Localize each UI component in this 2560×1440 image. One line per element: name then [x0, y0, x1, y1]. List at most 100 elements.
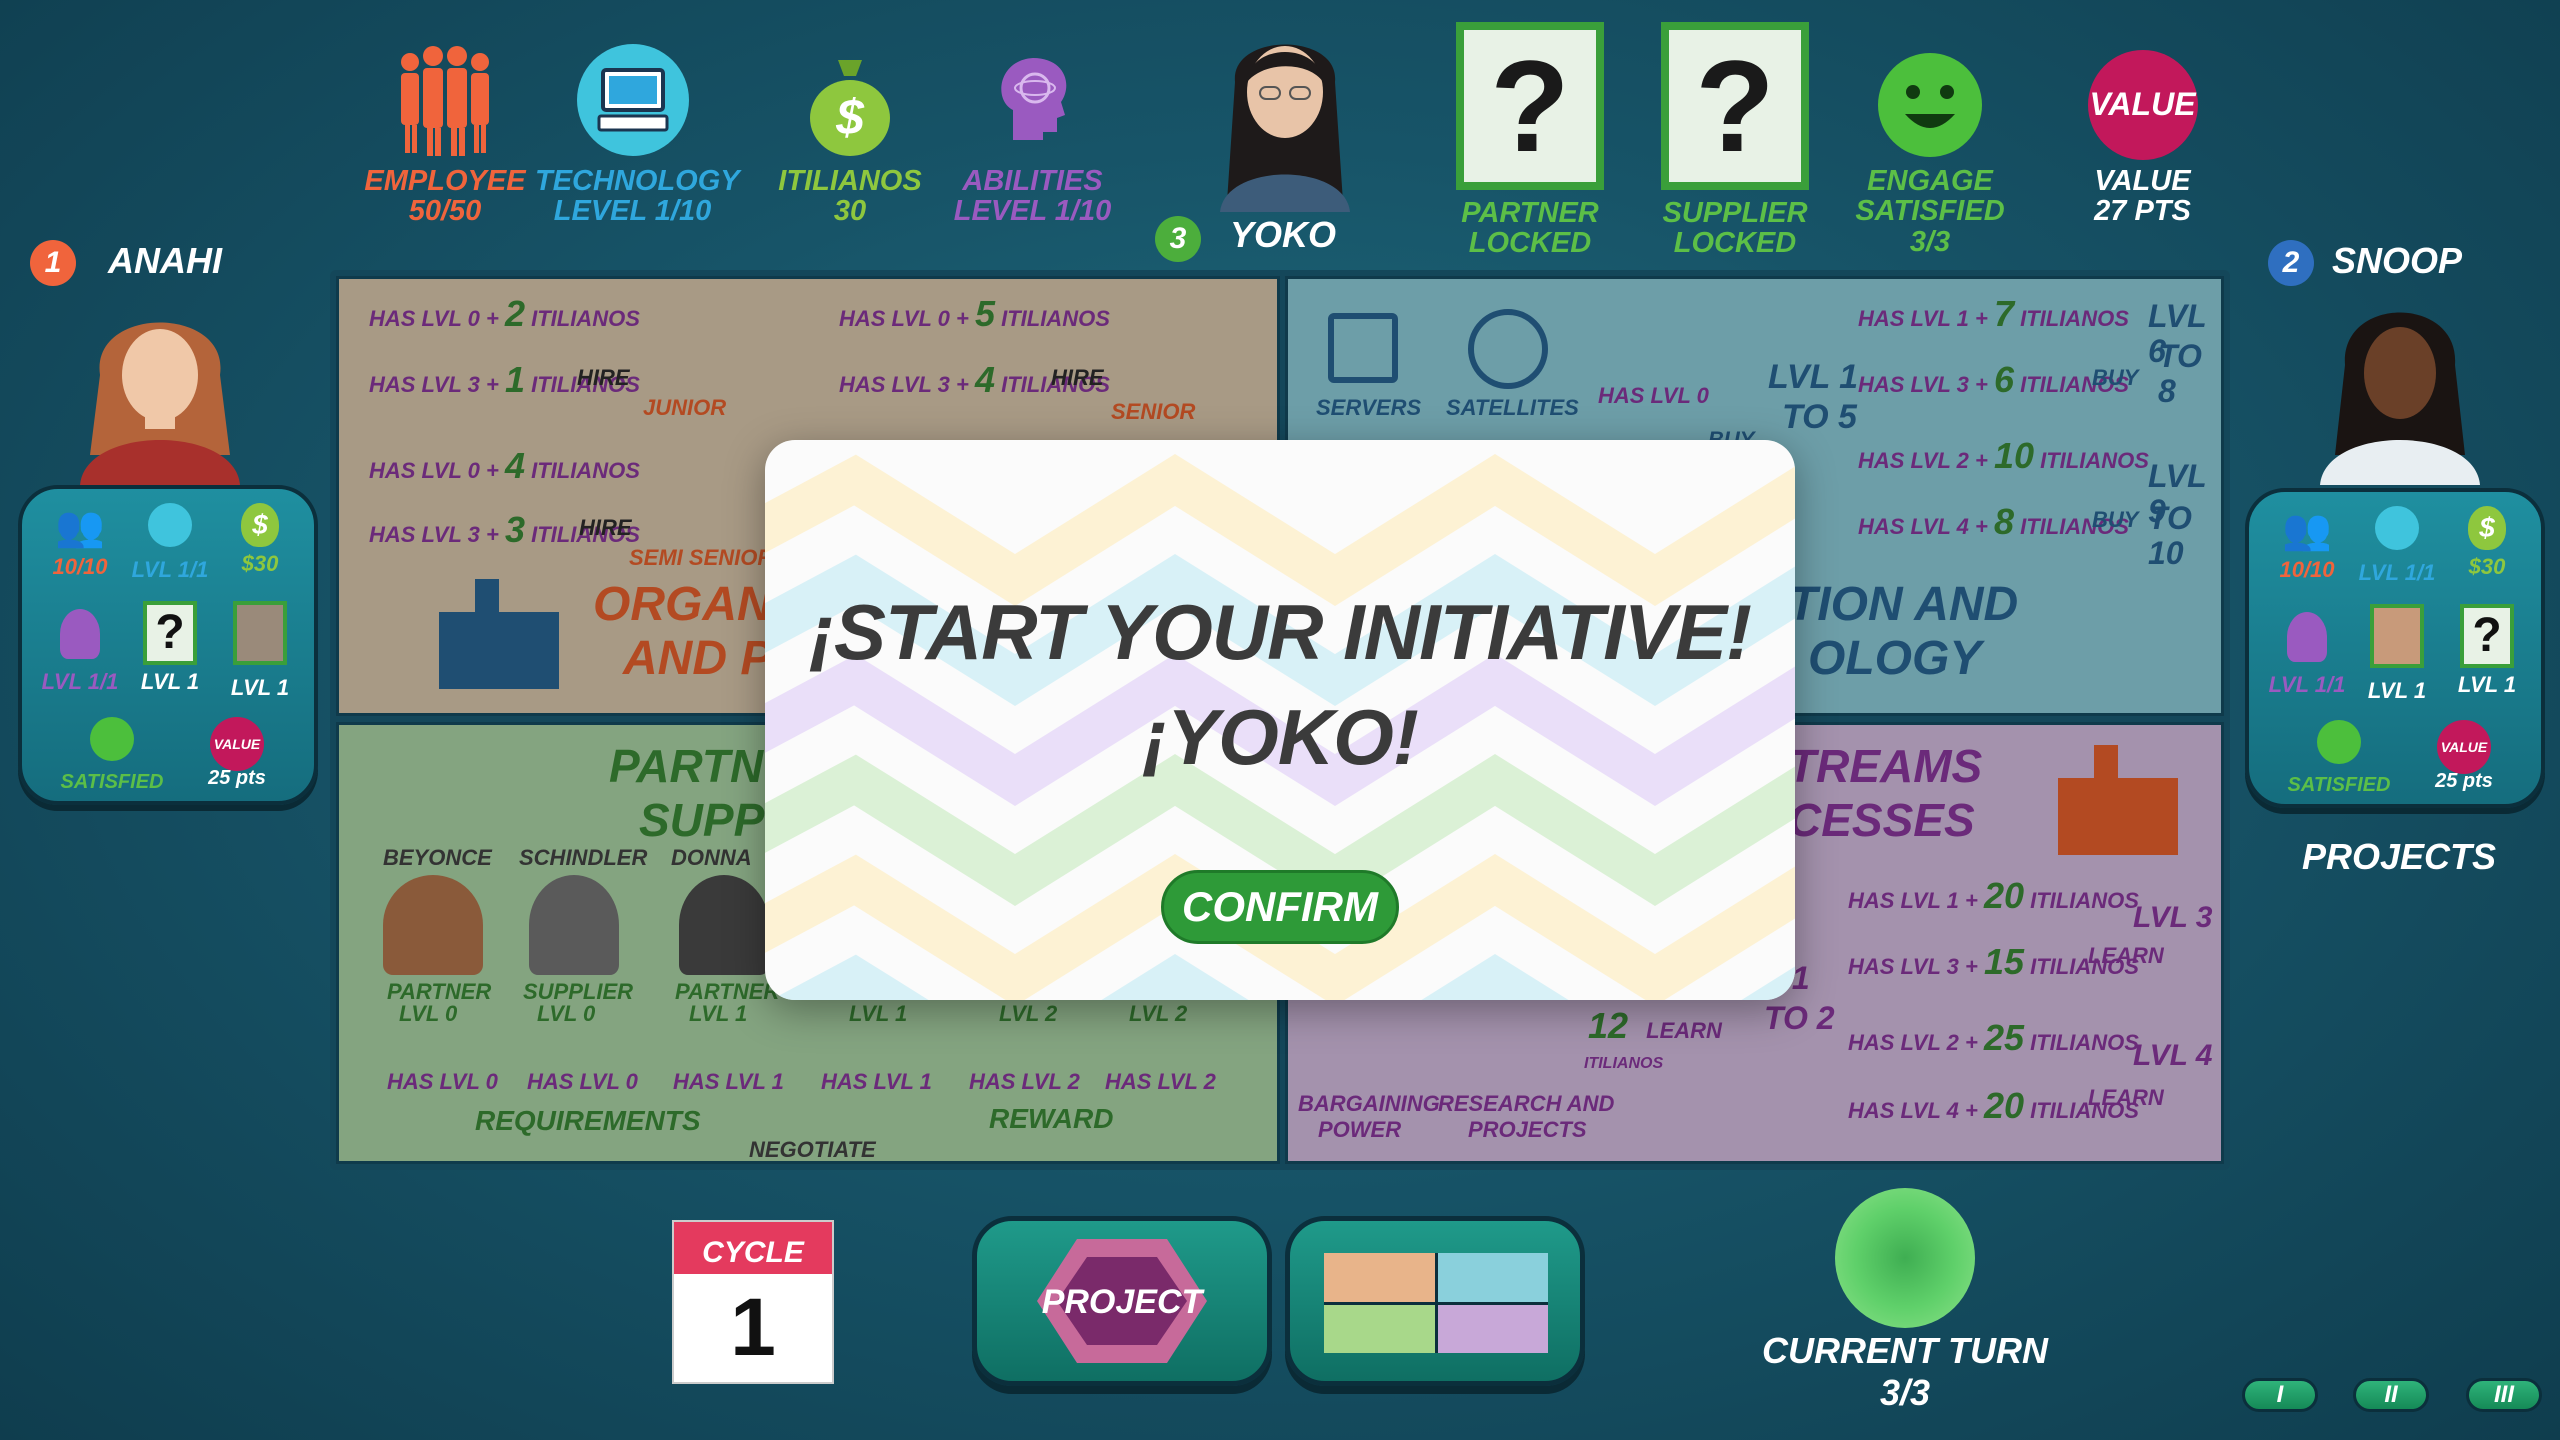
player-1-name: ANAHI: [108, 240, 222, 281]
project-button-label: PROJECT: [1041, 1283, 1203, 1321]
proc-row-3: HAS LVL 2 + 25 ITILIANOS: [1848, 1017, 2139, 1058]
money-bag-icon: $: [810, 60, 890, 156]
current-turn-value: 3/3: [1879, 1372, 1931, 1413]
employee-label: EMPLOYEE: [364, 165, 526, 197]
proc-row-1: HAS LVL 1 + 20 ITILIANOS: [1848, 875, 2139, 916]
player-1-supplier[interactable]: LVL 1: [212, 601, 308, 701]
abilities-stat: ABILITIES LEVEL 1/10: [945, 40, 1120, 227]
negotiate-label: NEGOTIATE: [749, 1137, 876, 1162]
org-senior-label: SENIOR: [1111, 399, 1196, 424]
processes-title-1: TREAMS: [1788, 740, 1983, 792]
servers-icon: [1328, 313, 1398, 383]
proc-learn-1: LEARN: [2088, 943, 2164, 968]
player-1-partner[interactable]: ? LVL 1: [122, 601, 218, 695]
org-junior-label: JUNIOR: [643, 395, 727, 420]
supplier-stat: ? SUPPLIER LOCKED: [1645, 22, 1825, 259]
org-title-2: AND P: [623, 632, 773, 685]
org-hire-2: HIRE: [1051, 365, 1104, 390]
tech-title-1: TION AND: [1788, 578, 2019, 631]
tech-to10: TO 10: [2148, 500, 2192, 572]
engage-value: 3/3: [1909, 225, 1951, 258]
employees-icon: 👥: [2282, 508, 2332, 552]
partner-question-card[interactable]: ?: [1456, 22, 1604, 190]
brain-head-icon: [60, 609, 100, 659]
current-player-avatar: [1195, 12, 1375, 212]
donna-portrait[interactable]: [679, 875, 769, 975]
start-initiative-modal: ¡START YOUR INITIATIVE! ¡YOKO! CONFIRM: [765, 440, 1795, 1000]
tech-buy-3: BUY: [2092, 507, 2139, 532]
player-1-panel: 👥 10/10 LVL 1/1 $ $30 LVL 1/1 ? LVL 1 LV…: [18, 485, 318, 805]
org-row-5: HAS LVL 0 + 4 ITILIANOS: [369, 445, 640, 486]
technology-label: TECHNOLOGY: [535, 165, 740, 197]
servers-label: SERVERS: [1316, 395, 1422, 420]
processes-title-2: CESSES: [1788, 794, 1975, 846]
employee-stat: EMPLOYEE 50/50: [360, 40, 530, 227]
player-1-engage: SATISFIED: [52, 717, 172, 794]
supplier-status: LOCKED: [1673, 227, 1797, 260]
computer-icon: [576, 44, 689, 156]
current-player-number-badge: 3: [1155, 216, 1201, 262]
partners-lvl1: LVL 1: [849, 1001, 908, 1026]
partners-title-2: SUPP: [639, 794, 765, 846]
requirements-label: REQUIREMENTS: [475, 1105, 701, 1136]
player-2-supplier[interactable]: ? LVL 1: [2439, 604, 2535, 698]
technology-value: LEVEL 1/10: [553, 195, 712, 228]
engage-stat: ENGAGE SATISFIED 3/3: [1845, 50, 2015, 257]
tech-title-2: OLOGY: [1808, 632, 1982, 685]
speed-button-3[interactable]: III: [2466, 1378, 2542, 1412]
proc-target-lvl3: LVL 3: [2133, 901, 2213, 934]
tech-row-1: HAS LVL 1 + 7 ITILIANOS: [1858, 293, 2129, 334]
tech-range-lvl1: LVL 1: [1768, 358, 1859, 396]
employees-icon: [401, 46, 489, 156]
project-button[interactable]: PROJECT: [972, 1216, 1272, 1386]
player-2-avatar: [2300, 285, 2500, 485]
cycle-number: 1: [730, 1282, 776, 1373]
player-2-partner[interactable]: LVL 1: [2349, 604, 2445, 704]
money-bag-icon: $: [241, 503, 279, 547]
speed-button-2[interactable]: II: [2353, 1378, 2429, 1412]
satellites-label: SATELLITES: [1446, 395, 1579, 420]
org-title-1: ORGANI: [593, 578, 785, 631]
tech-buy-2: BUY: [2092, 365, 2139, 390]
partners-title-1: PARTN: [609, 740, 764, 792]
employees-icon: 👥: [55, 505, 105, 549]
smiley-icon: [1878, 53, 1982, 157]
brain-head-icon: [2287, 612, 2327, 662]
tech-row-4: HAS LVL 4 + 8 ITILIANOS: [1858, 501, 2129, 542]
question-card-icon: ?: [2460, 604, 2514, 668]
supplier-question-card[interactable]: ?: [1661, 22, 1809, 190]
player-2-value: VALUE 25 pts: [2409, 720, 2519, 793]
abilities-value: LEVEL 1/10: [953, 195, 1112, 228]
modal-title-line-2: ¡YOKO!: [1142, 693, 1419, 782]
current-turn-orb: [1835, 1188, 1975, 1328]
player-2-name: SNOOP: [2332, 240, 2463, 281]
player-1-badge: 1: [30, 240, 76, 286]
factory-icon: [439, 579, 559, 689]
svg-text:$: $: [835, 89, 865, 145]
beyonce-label: BEYONCE: [383, 845, 492, 870]
speed-button-1[interactable]: I: [2242, 1378, 2318, 1412]
factory-icon: [2058, 745, 2178, 855]
computer-icon: [148, 503, 192, 547]
current-turn-label: CURRENT TURN: [1762, 1330, 2048, 1371]
player-2-badge: 2: [2268, 240, 2314, 286]
schindler-portrait[interactable]: [529, 875, 619, 975]
question-card-icon: ?: [143, 601, 197, 665]
has-lvl0-b: HAS LVL 0: [527, 1069, 638, 1094]
question-mark-icon: ?: [1695, 32, 1775, 179]
beyonce-portrait[interactable]: [383, 875, 483, 975]
bargaining-label-1: BARGAINING: [1298, 1091, 1440, 1116]
partner-2-level: LVL 1: [689, 1001, 748, 1026]
player-2-abilities: LVL 1/1: [2259, 612, 2355, 698]
partner-portrait-icon: [2370, 604, 2424, 668]
confirm-button[interactable]: CONFIRM: [1161, 870, 1399, 944]
question-mark-icon: ?: [1490, 32, 1570, 179]
employee-value: 50/50: [408, 195, 482, 228]
org-hire-3: HIRE: [579, 515, 632, 540]
player-1-money: $ $30: [212, 503, 308, 577]
projects-label[interactable]: PROJECTS: [2302, 836, 2496, 878]
board-overview-button[interactable]: [1285, 1216, 1585, 1386]
value-label: VALUE: [2094, 165, 2191, 197]
org-row-3: HAS LVL 0 + 5 ITILIANOS: [839, 293, 1110, 334]
technology-stat: TECHNOLOGY LEVEL 1/10: [535, 40, 740, 228]
